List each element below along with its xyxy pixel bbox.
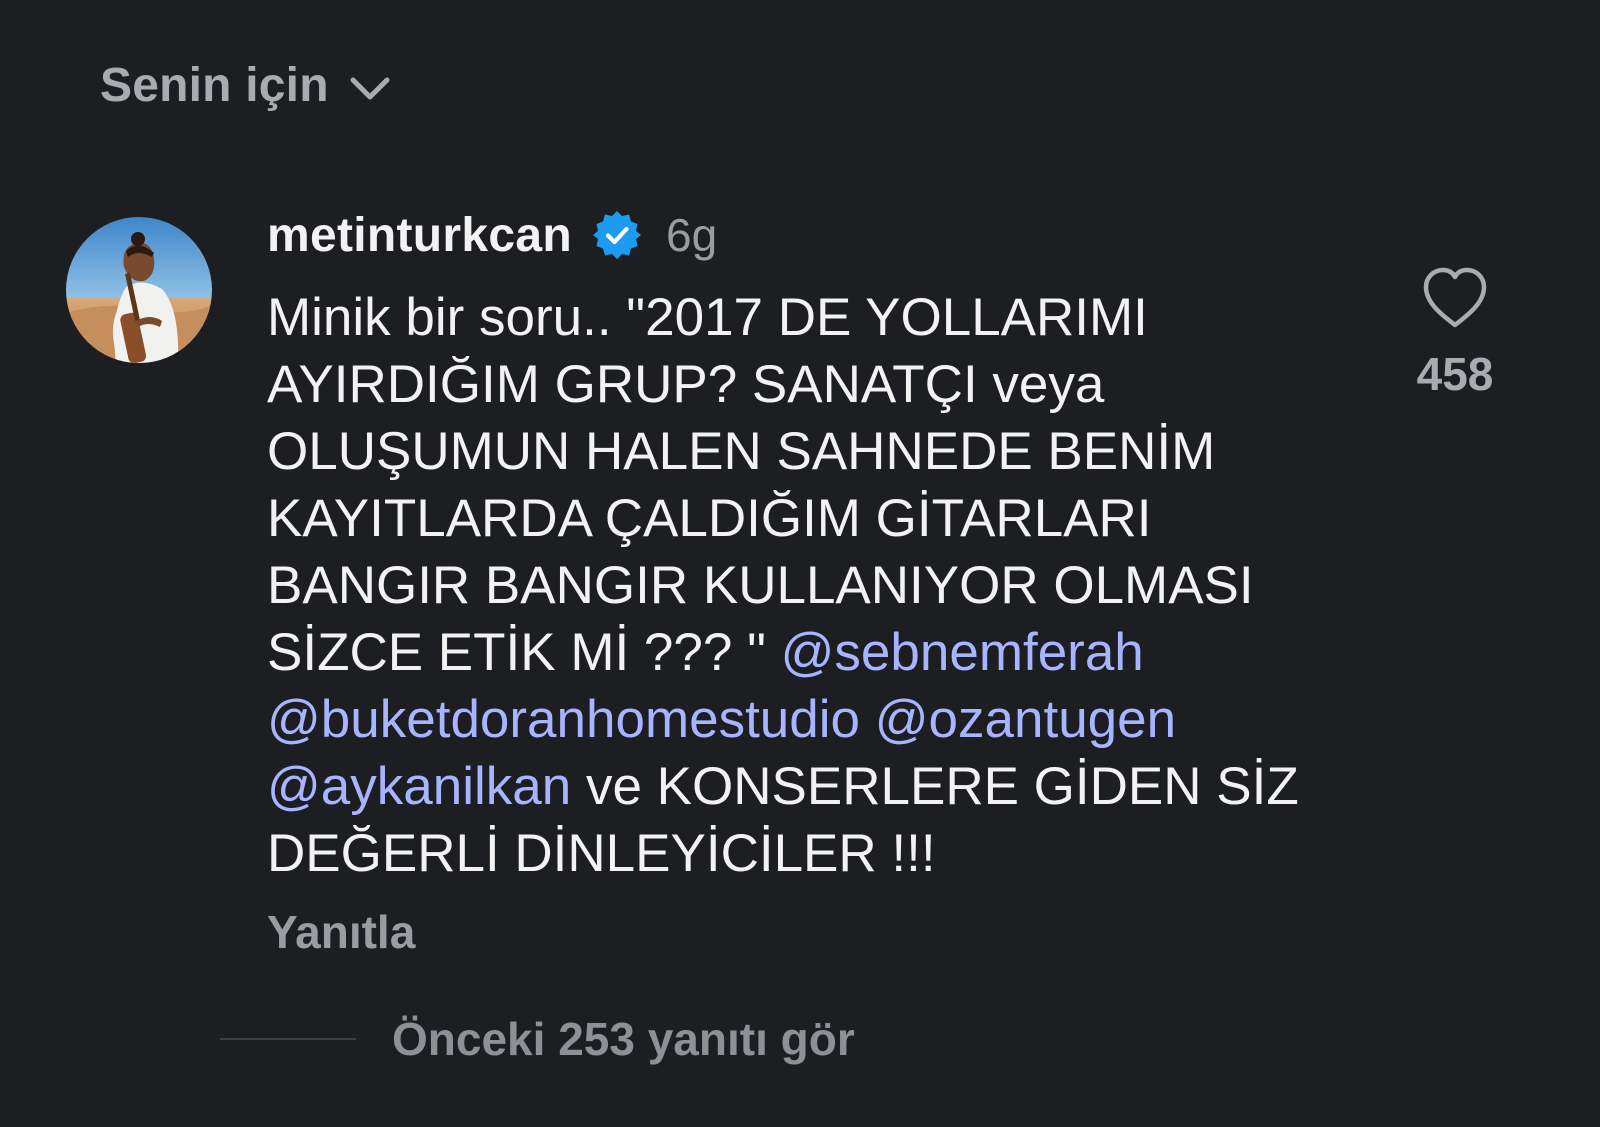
mention-link[interactable]: @buketdoranhomestudio	[267, 690, 860, 749]
heart-icon[interactable]	[1420, 265, 1490, 331]
username[interactable]: metinturkcan	[267, 208, 572, 263]
comment-header: metinturkcan 6g	[267, 200, 1367, 270]
comment-text: Minik bir soru.. "2017 DE YOLLARIMI AYIR…	[267, 284, 1367, 887]
feed-selector-label: Senin için	[100, 59, 329, 112]
comment: metinturkcan 6g Minik bir soru.. "2017 D…	[267, 200, 1367, 959]
comment-thread-screen: Senin için metinturkcan 6g Minik bir sor…	[0, 0, 1600, 1127]
chevron-down-icon	[350, 77, 390, 99]
feed-selector[interactable]: Senin için	[100, 58, 393, 113]
divider	[220, 1038, 356, 1040]
mention-link[interactable]: @sebnemferah	[781, 623, 1144, 682]
avatar[interactable]	[66, 217, 212, 363]
mention-link[interactable]: @aykanilkan	[267, 757, 571, 816]
view-replies-label: Önceki 253 yanıtı gör	[392, 1013, 855, 1065]
like-control: 458	[1405, 265, 1505, 401]
view-replies-button[interactable]: Önceki 253 yanıtı gör	[220, 1012, 855, 1066]
reply-button[interactable]: Yanıtla	[267, 905, 415, 959]
avatar-image	[66, 217, 212, 363]
verified-badge-icon	[593, 211, 642, 259]
mention-link[interactable]: @ozantugen	[875, 690, 1176, 749]
like-count: 458	[1416, 348, 1494, 400]
comment-time: 6g	[666, 209, 718, 261]
